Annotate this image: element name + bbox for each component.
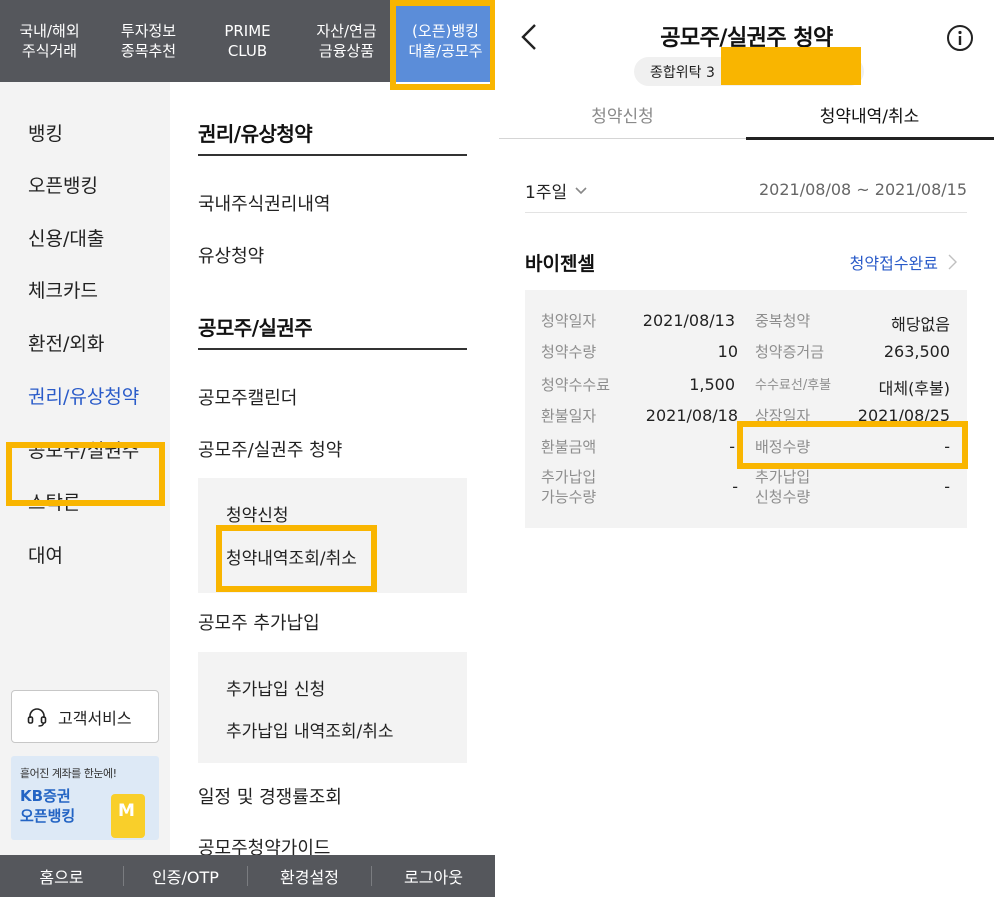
period-divider	[525, 212, 967, 213]
bottom-bar: 홈으로 인증/OTP 환경설정 로그아웃	[0, 855, 495, 897]
sidebar-item-rights[interactable]: 권리/유상청약	[28, 382, 139, 409]
detail-value: 1,500	[689, 375, 735, 394]
menu-link-rights-subscription[interactable]: 유상청약	[198, 242, 264, 268]
detail-label: 환불금액	[541, 438, 597, 456]
detail-value: -	[729, 437, 735, 456]
bottom-home-button[interactable]: 홈으로	[0, 864, 123, 888]
detail-label: 중복청약	[755, 312, 811, 330]
period-row: 1주일 2021/08/08 ~ 2021/08/15	[525, 178, 967, 214]
detail-box: 청약일자 2021/08/13 청약수량 10 청약수수료 1,500 환불일자…	[525, 290, 967, 528]
open-banking-banner[interactable]: 흩어진 계좌를 한눈에! KB증권 오픈뱅킹 M	[11, 756, 159, 840]
submenu-additional-apply[interactable]: 추가납입 신청	[226, 675, 325, 700]
detail-label: 청약수량	[541, 343, 597, 361]
period-value: 1주일	[525, 183, 568, 203]
detail-value: 해당없음	[891, 315, 950, 334]
submenu-apply[interactable]: 청약신청	[226, 501, 289, 526]
chevron-right-icon	[948, 254, 957, 270]
tab-bar: 청약신청 청약내역/취소	[499, 92, 994, 140]
bottom-otp-button[interactable]: 인증/OTP	[124, 864, 247, 888]
customer-service-button[interactable]: 고객서비스	[11, 690, 159, 743]
top-nav-prime-club[interactable]: PRIME CLUB	[198, 0, 297, 82]
left-panel: 국내/해외 주식거래 투자정보 종목추천 PRIME CLUB 자산/연금 금융…	[0, 0, 495, 897]
detail-value: 2021/08/13	[642, 311, 735, 330]
highlight-box-submenu	[216, 525, 377, 592]
detail-value: 10	[717, 342, 738, 361]
section-divider	[198, 348, 467, 350]
highlight-box-allocation	[737, 421, 968, 469]
bottom-settings-button[interactable]: 환경설정	[248, 864, 371, 888]
top-nav-invest-info[interactable]: 투자정보 종목추천	[99, 0, 198, 82]
bottom-logout-button[interactable]: 로그아웃	[372, 864, 495, 888]
detail-label: 수수료선/후불	[755, 378, 832, 393]
info-icon[interactable]	[946, 24, 974, 52]
highlight-box-top-nav	[390, 0, 495, 90]
detail-label: 청약증거금	[755, 343, 825, 361]
menu-link-additional-payment[interactable]: 공모주 추가납입	[198, 609, 320, 635]
detail-label: 추가납입 신청수량	[755, 468, 811, 506]
status-link[interactable]: 청약접수완료	[850, 250, 957, 274]
tab-apply[interactable]: 청약신청	[499, 102, 746, 127]
submenu-additional-history[interactable]: 추가납입 내역조회/취소	[226, 717, 394, 742]
menu-link-ipo-calendar[interactable]: 공모주캘린더	[198, 384, 297, 410]
top-nav-assets[interactable]: 자산/연금 금융상품	[297, 0, 396, 82]
status-label: 청약접수완료	[849, 254, 938, 273]
customer-service-label: 고객서비스	[58, 708, 132, 728]
stock-name: 바이젠셀	[525, 253, 595, 275]
top-nav-trading[interactable]: 국내/해외 주식거래	[0, 0, 99, 82]
sidebar-item-exchange[interactable]: 환전/외화	[28, 329, 104, 356]
sidebar-item-lending[interactable]: 대여	[28, 541, 63, 568]
section-divider	[198, 154, 467, 156]
redaction-mask	[721, 47, 861, 85]
sidebar-item-banking[interactable]: 뱅킹	[28, 119, 63, 146]
banner-card-letter: M	[118, 801, 135, 821]
headset-icon	[27, 707, 47, 727]
tab-active-indicator	[746, 137, 994, 140]
period-dropdown[interactable]: 1주일	[525, 178, 587, 203]
section-title-ipo: 공모주/실권주	[198, 316, 313, 340]
detail-value: 263,500	[883, 342, 950, 361]
date-range: 2021/08/08 ~ 2021/08/15	[758, 180, 967, 199]
highlight-box-sidebar	[6, 442, 165, 506]
detail-label: 청약수수료	[541, 376, 611, 394]
sidebar-item-open-banking[interactable]: 오픈뱅킹	[28, 171, 98, 198]
banner-card-icon: M	[111, 794, 145, 838]
detail-value: -	[732, 477, 738, 496]
menu-content: 권리/유상청약 국내주식권리내역 유상청약 공모주/실권주 공모주캘린더 공모주…	[170, 82, 495, 859]
sidebar-item-check-card[interactable]: 체크카드	[28, 276, 98, 303]
additional-submenu: 추가납입 신청 추가납입 내역조회/취소	[198, 652, 467, 763]
detail-value: -	[944, 477, 950, 496]
sidebar-item-credit-loan[interactable]: 신용/대출	[28, 224, 104, 251]
detail-label: 환불일자	[541, 407, 597, 425]
detail-value: 2021/08/18	[645, 406, 738, 425]
menu-link-rights-history[interactable]: 국내주식권리내역	[198, 190, 330, 216]
section-title-rights: 권리/유상청약	[198, 122, 313, 146]
banner-title: KB증권 오픈뱅킹	[20, 787, 76, 825]
chevron-down-icon	[575, 186, 587, 194]
menu-link-schedule[interactable]: 일정 및 경쟁률조회	[198, 783, 342, 809]
banner-subtitle: 흩어진 계좌를 한눈에!	[20, 767, 117, 780]
detail-label: 추가납입 가능수량	[541, 468, 597, 506]
account-number: 종합위탁 3	[650, 65, 715, 81]
tab-history-cancel[interactable]: 청약내역/취소	[746, 102, 993, 127]
detail-label: 청약일자	[541, 312, 597, 330]
detail-value: 대체(후불)	[878, 379, 950, 398]
menu-link-ipo-subscription[interactable]: 공모주/실권주 청약	[198, 436, 342, 462]
